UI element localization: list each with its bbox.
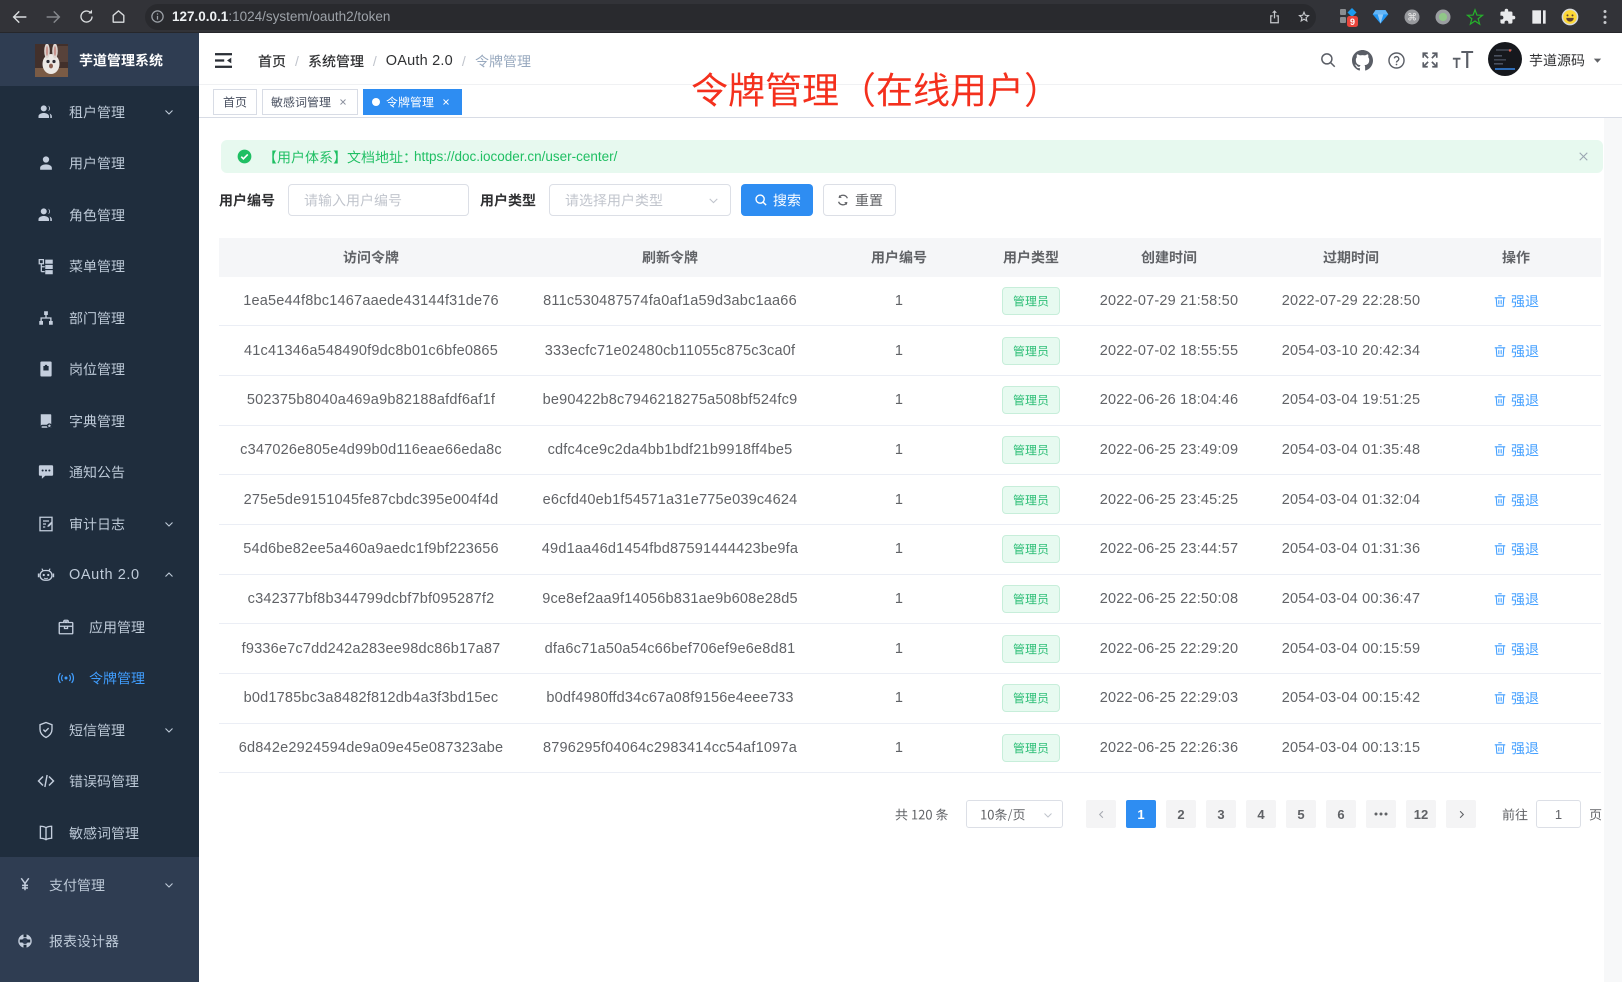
svg-text:9: 9 (1350, 17, 1355, 27)
svg-text:⌘: ⌘ (1407, 12, 1417, 23)
